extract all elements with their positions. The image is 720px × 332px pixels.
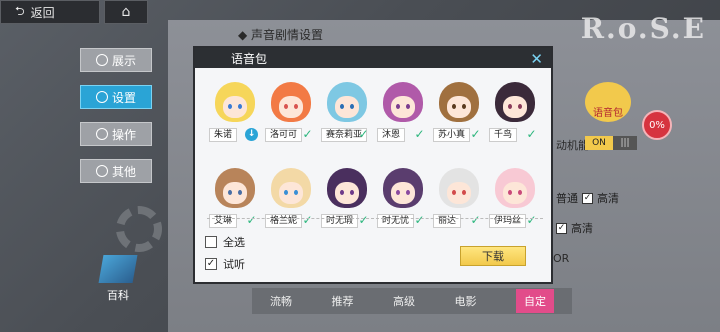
character-portrait	[327, 82, 367, 122]
or-text: OR	[553, 252, 570, 265]
check-icon: ✓	[526, 213, 537, 227]
check-icon: ✓	[302, 127, 313, 141]
character-portrait	[439, 82, 479, 122]
character-name: 时无忧	[377, 214, 415, 228]
dots-icon	[95, 165, 108, 177]
sidebar-item-settings[interactable]: 设置	[80, 85, 152, 109]
check-icon: ✓	[302, 213, 313, 227]
sidebar-item-other[interactable]: 其他	[80, 159, 152, 183]
preview-option[interactable]: ✓ 试听	[205, 256, 245, 272]
home-button[interactable]: ⌂	[104, 0, 148, 24]
character-card[interactable]: 伊玛丝 ✓	[487, 164, 543, 242]
download-button[interactable]: 下载	[460, 246, 526, 266]
progress-percent: 0%	[642, 110, 672, 140]
sidebar-item-display[interactable]: 展示	[80, 48, 152, 72]
book-icon	[98, 255, 138, 283]
check-icon: ✓	[358, 213, 369, 227]
check-icon: ✓	[470, 213, 481, 227]
tab-advanced[interactable]: 高级	[393, 293, 415, 309]
character-card[interactable]: 沐恩 ✓	[375, 78, 431, 156]
character-name: 苏小真	[433, 128, 471, 142]
character-card[interactable]: 艾琳 ✓	[207, 164, 263, 242]
character-portrait	[271, 82, 311, 122]
check-icon: ✓	[414, 127, 425, 141]
quality-row: 普通 ✓ 高清	[556, 192, 619, 205]
tab-recommended[interactable]: 推荐	[332, 293, 354, 309]
quality-hd-checkbox[interactable]: ✓	[582, 192, 593, 204]
character-portrait	[495, 82, 535, 122]
check-icon: ✓	[414, 213, 425, 227]
character-name: 朱诺	[209, 128, 238, 142]
character-portrait	[495, 168, 535, 208]
character-name: 伊玛丝	[489, 214, 527, 228]
voice-pack-badge[interactable]: 语音包	[585, 82, 631, 122]
character-card[interactable]: 苏小真 ✓	[431, 78, 487, 156]
dialog-header: 语音包 ✕	[195, 48, 551, 68]
game-logo: R.o.S.E	[580, 12, 706, 45]
check-icon: ✓	[246, 213, 257, 227]
tab-movie[interactable]: 电影	[455, 293, 477, 309]
user-icon	[95, 54, 108, 66]
character-card[interactable]: 洛可可 ✓	[263, 78, 319, 156]
character-name: 时无瑕	[321, 214, 359, 228]
quality-hd2-checkbox[interactable]: ✓	[556, 222, 567, 234]
character-card[interactable]: 时无忧 ✓	[375, 164, 431, 242]
check-icon: ✓	[470, 127, 481, 141]
character-portrait	[215, 168, 255, 208]
encyclopedia-button[interactable]: 百科	[95, 255, 141, 303]
character-card[interactable]: 丽达 ✓	[431, 164, 487, 242]
check-icon: ✓	[526, 127, 537, 141]
check-icon: ✓	[358, 127, 369, 141]
person-icon	[95, 128, 108, 140]
character-portrait	[271, 168, 311, 208]
sidebar-item-controls[interactable]: 操作	[80, 122, 152, 146]
back-icon: ⮌	[15, 3, 25, 18]
select-all-option[interactable]: 全选	[205, 234, 245, 250]
character-portrait	[383, 168, 423, 208]
section-title: ◆ 声音剧情设置	[238, 28, 324, 42]
gear-icon	[95, 91, 108, 103]
tab-smooth[interactable]: 流畅	[270, 293, 292, 309]
character-name: 丽达	[433, 214, 462, 228]
character-card[interactable]: 千鸟 ✓	[487, 78, 543, 156]
character-name: 艾琳	[209, 214, 238, 228]
download-icon[interactable]: ↓	[245, 128, 258, 141]
character-card[interactable]: 时无瑕 ✓	[319, 164, 375, 242]
character-card[interactable]: 赛奈莉亚 ✓	[319, 78, 375, 156]
voice-pack-dialog: 语音包 ✕ 朱诺 ↓ 洛可可 ✓ 赛奈莉亚 ✓ 沐恩 ✓ 苏小真 ✓ 千鸟 ✓ 艾琳 ✓ 格兰妮 ✓ 时无瑕 ✓ 时…	[193, 46, 553, 284]
quality-preset-tabs: 流畅 推荐 高级 电影 自定	[252, 288, 572, 314]
close-icon[interactable]: ✕	[530, 50, 543, 68]
preview-checkbox[interactable]: ✓	[205, 258, 217, 270]
character-card[interactable]: 格兰妮 ✓	[263, 164, 319, 242]
character-portrait	[383, 82, 423, 122]
character-name: 格兰妮	[265, 214, 303, 228]
divider	[207, 218, 543, 219]
select-all-checkbox[interactable]	[205, 236, 217, 248]
character-name: 洛可可	[265, 128, 303, 142]
character-portrait	[439, 168, 479, 208]
character-name: 千鸟	[489, 128, 518, 142]
back-button[interactable]: ⮌ 返回	[0, 0, 100, 24]
gear-decoration-icon	[116, 206, 162, 252]
quality-row-2: ✓ 高清	[556, 222, 593, 235]
character-name: 沐恩	[377, 128, 406, 142]
top-bar: ⮌ 返回 ⌂	[0, 0, 150, 26]
dialog-title: 语音包	[231, 51, 268, 66]
back-label: 返回	[30, 5, 55, 20]
character-portrait	[215, 82, 255, 122]
tab-custom[interactable]: 自定	[516, 289, 554, 313]
character-portrait	[327, 168, 367, 208]
home-icon: ⌂	[121, 4, 131, 20]
character-card[interactable]: 朱诺 ↓	[207, 78, 263, 156]
feature-toggle[interactable]: ON |||	[585, 136, 637, 150]
